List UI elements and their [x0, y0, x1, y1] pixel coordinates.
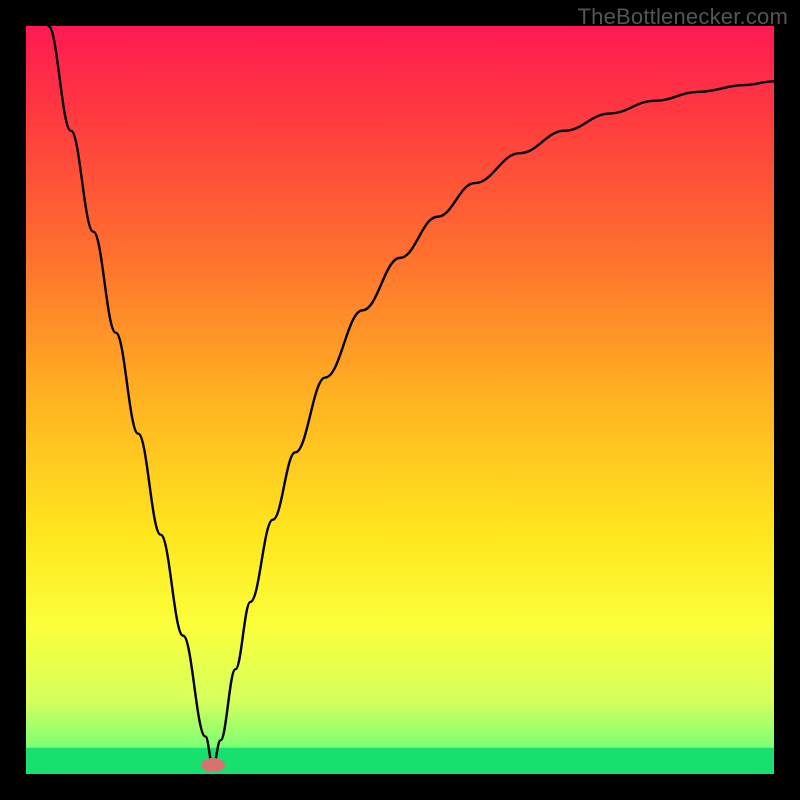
watermark-text: TheBottlenecker.com — [578, 4, 788, 30]
minimum-marker — [201, 758, 225, 772]
plot-area — [26, 26, 774, 774]
chart-svg — [26, 26, 774, 774]
gradient-background — [26, 26, 774, 774]
green-band — [26, 748, 774, 774]
chart-frame: TheBottlenecker.com — [0, 0, 800, 800]
